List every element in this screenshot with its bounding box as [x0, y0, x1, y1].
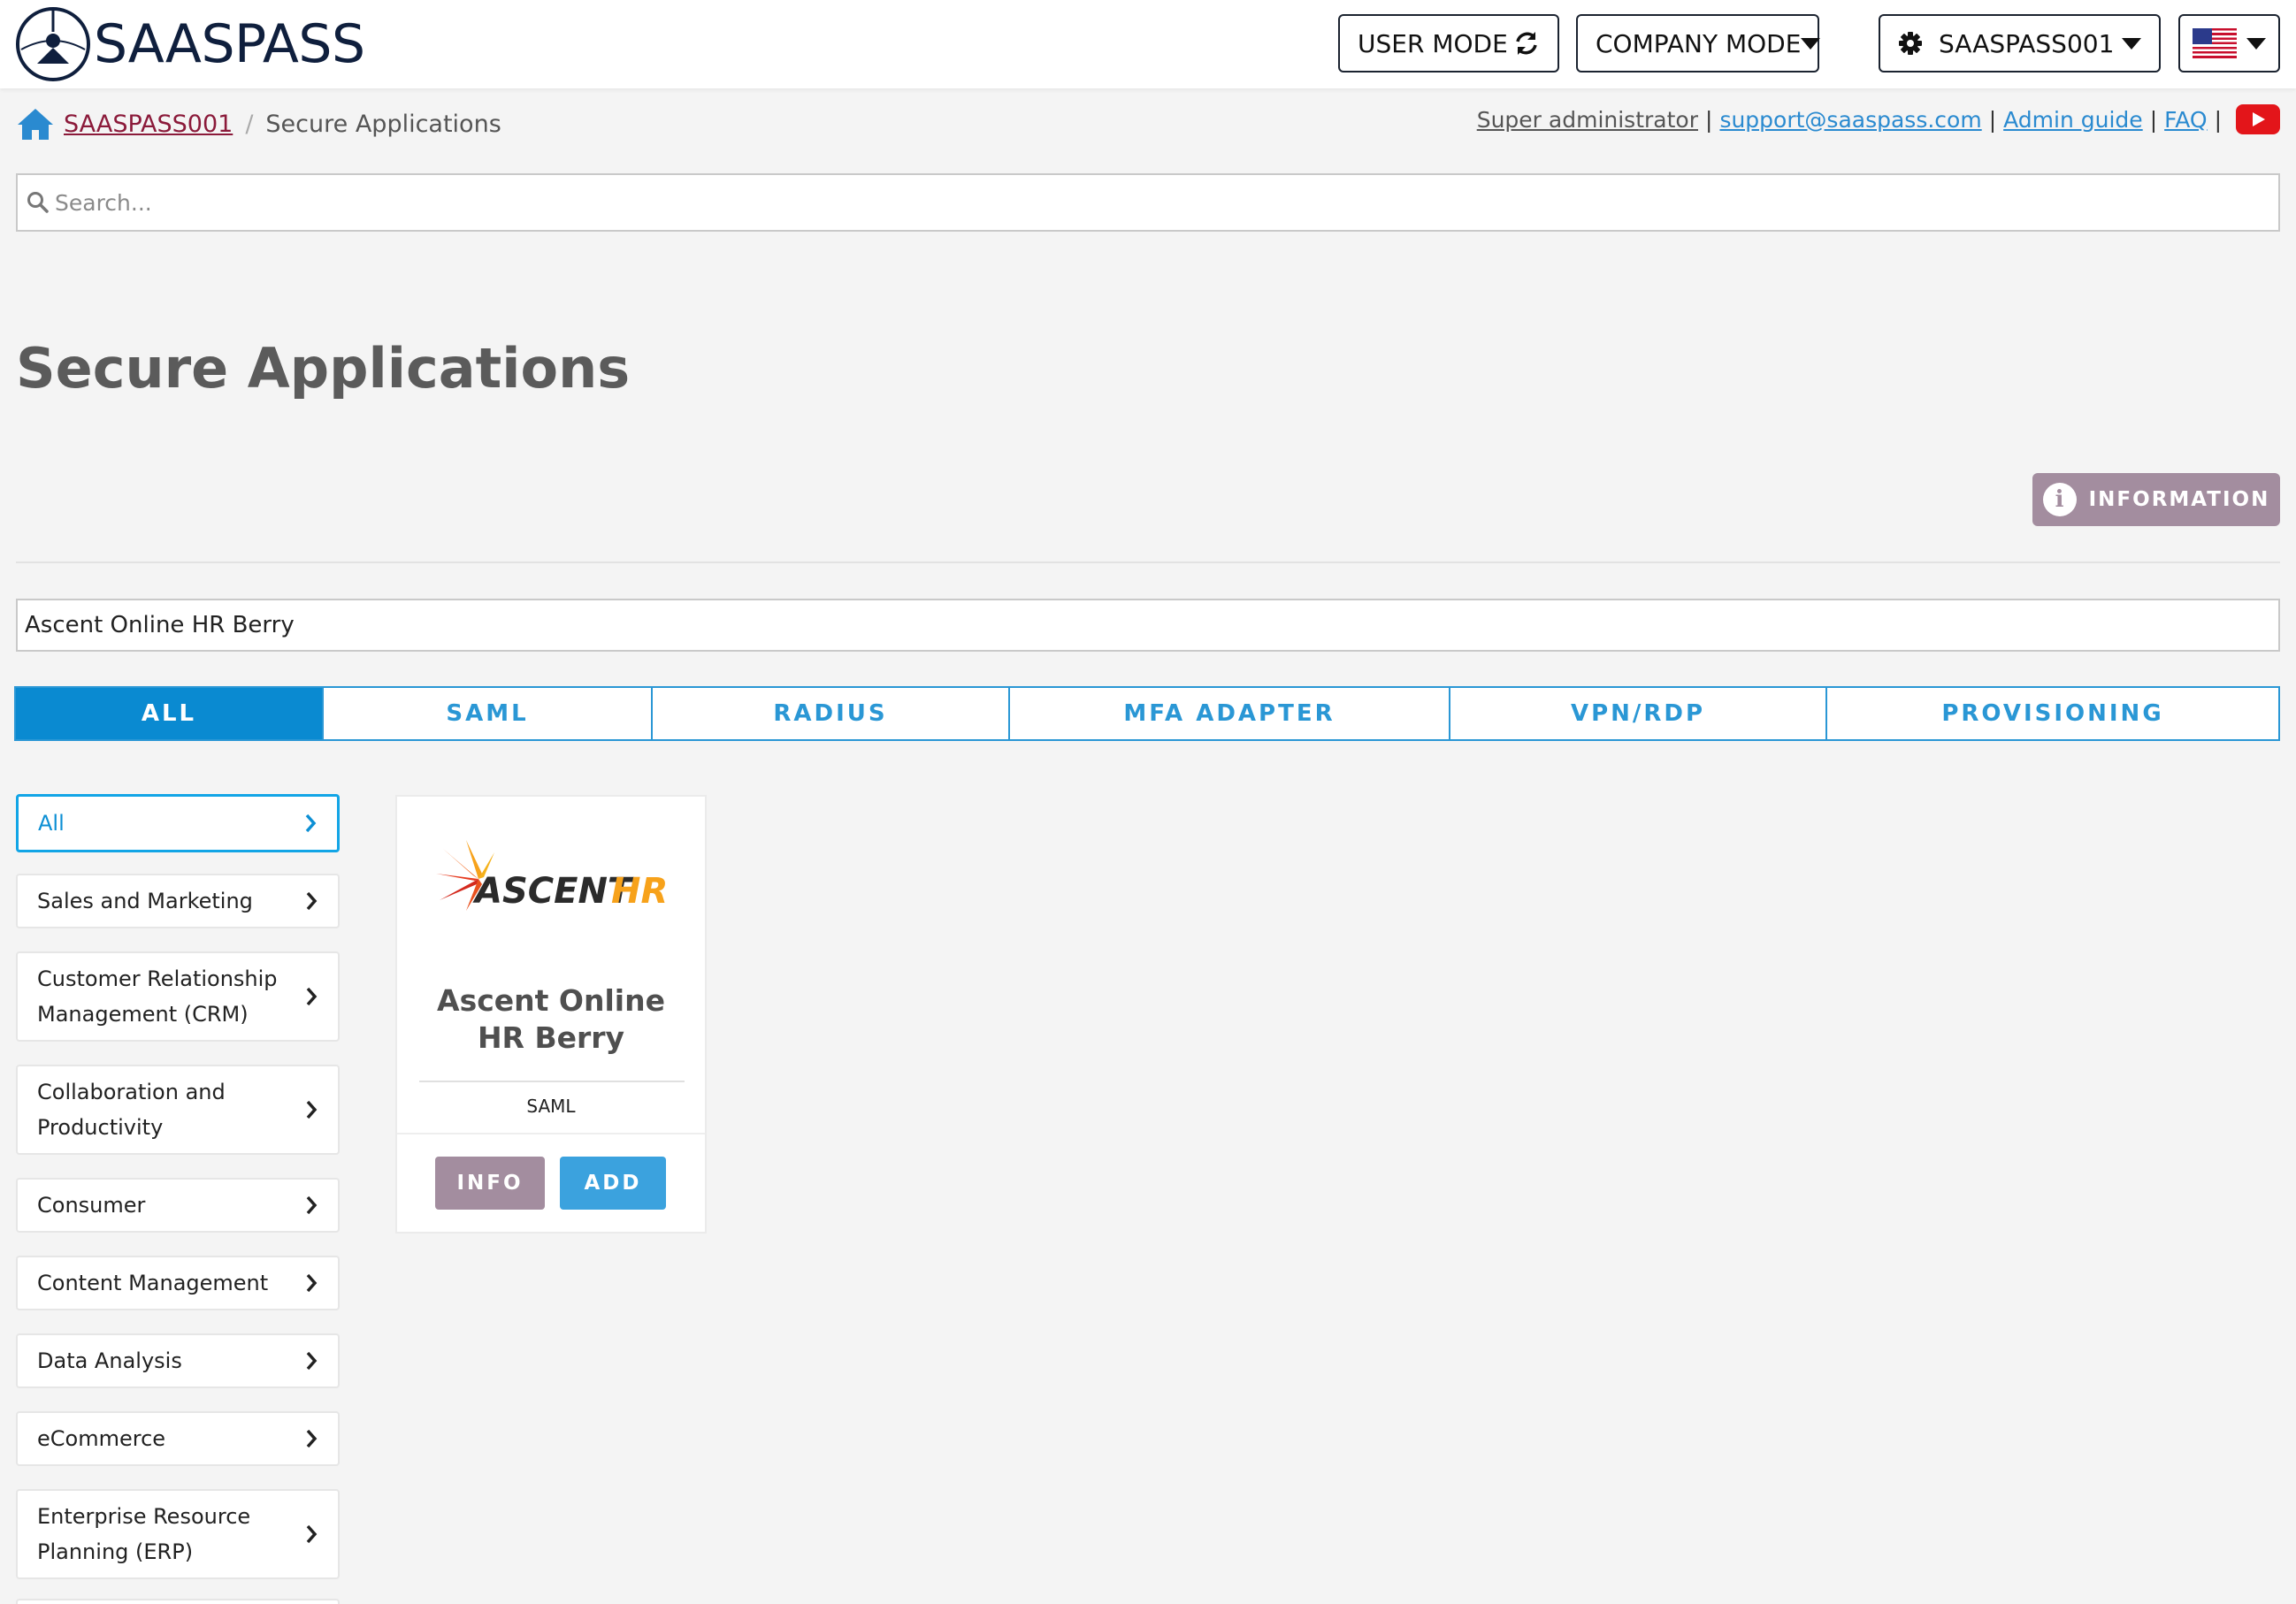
us-flag-icon	[2193, 28, 2237, 58]
search-icon	[27, 192, 49, 213]
category-label: Customer Relationship Management (CRM)	[37, 966, 278, 1027]
chevron-down-icon	[2246, 37, 2266, 50]
category-label: Consumer	[37, 1193, 146, 1218]
app-info-button[interactable]: INFO	[435, 1157, 545, 1210]
faq-link[interactable]: FAQ	[2164, 107, 2207, 133]
breadcrumb-current: Secure Applications	[265, 110, 501, 138]
link-separator: |	[2214, 106, 2222, 133]
breadcrumb: SAASPASS001 / Secure Applications	[16, 106, 501, 141]
account-label: SAASPASS001	[1939, 28, 2115, 58]
chevron-right-icon	[306, 1351, 318, 1371]
saaspass-logo[interactable]: SAASPASS	[14, 5, 365, 83]
saaspass-logo-icon	[16, 7, 90, 81]
card-footer-divider	[397, 1133, 705, 1134]
category-item-sales-and-marketing[interactable]: Sales and Marketing	[16, 874, 340, 928]
tab-saml[interactable]: SAML	[324, 688, 653, 739]
chevron-right-icon	[306, 1100, 318, 1119]
logo-text-ascent: ASCENT	[472, 871, 634, 912]
app-add-button[interactable]: ADD	[560, 1157, 666, 1210]
chevron-right-icon	[306, 891, 318, 911]
divider	[16, 561, 2280, 563]
category-label: eCommerce	[37, 1426, 166, 1451]
tab-radius[interactable]: RADIUS	[653, 688, 1010, 739]
language-dropdown[interactable]	[2178, 14, 2280, 73]
information-label: INFORMATION	[2088, 488, 2270, 511]
category-item-ecommerce[interactable]: eCommerce	[16, 1411, 340, 1466]
protocol-tabs: ALL SAML RADIUS MFA ADAPTER VPN/RDP PROV…	[14, 686, 2280, 741]
refresh-icon	[1516, 32, 1537, 55]
card-divider	[419, 1081, 685, 1082]
tab-mfa-adapter[interactable]: MFA ADAPTER	[1010, 688, 1450, 739]
chevron-down-icon	[1801, 37, 1821, 50]
youtube-icon[interactable]	[2236, 104, 2280, 134]
user-mode-label: USER MODE	[1358, 28, 1508, 58]
app-type: SAML	[526, 1096, 576, 1117]
category-label: Content Management	[37, 1271, 269, 1295]
gear-icon	[1899, 32, 1922, 55]
logo-text-hr: HR	[611, 871, 668, 912]
chevron-right-icon	[306, 1195, 318, 1215]
category-label: Data Analysis	[37, 1348, 182, 1373]
chevron-right-icon	[305, 813, 317, 833]
tab-vpn-rdp[interactable]: VPN/RDP	[1450, 688, 1827, 739]
tab-all[interactable]: ALL	[16, 688, 324, 739]
breadcrumb-home-link[interactable]: SAASPASS001	[64, 111, 233, 138]
global-search	[16, 173, 2280, 232]
logo-text: SAASPASS	[94, 13, 365, 75]
company-mode-dropdown[interactable]: COMPANY MODE	[1576, 14, 1821, 73]
category-item-content-management[interactable]: Content Management	[16, 1256, 340, 1310]
category-label: Enterprise Resource Planning (ERP)	[37, 1504, 251, 1564]
home-icon[interactable]	[16, 106, 55, 141]
tab-provisioning[interactable]: PROVISIONING	[1827, 688, 2278, 739]
information-button[interactable]: i INFORMATION	[2032, 473, 2280, 526]
link-separator: |	[1705, 106, 1713, 133]
category-item-erp[interactable]: Enterprise Resource Planning (ERP)	[16, 1489, 340, 1579]
chevron-down-icon	[2122, 37, 2141, 50]
category-label: All	[38, 811, 65, 836]
app-name: Ascent Online HR Berry	[437, 983, 665, 1055]
chevron-right-icon	[306, 1524, 318, 1544]
account-dropdown[interactable]: SAASPASS001	[1879, 14, 2161, 73]
breadcrumb-separator: /	[245, 110, 254, 138]
chevron-right-icon	[306, 1273, 318, 1293]
category-label: Collaboration and Productivity	[37, 1080, 226, 1140]
ascent-hr-logo: ASCENT HR	[436, 840, 668, 912]
top-bar: SAASPASS USER MODE COMPANY MODE SAASPASS…	[0, 0, 2296, 88]
company-mode-label: COMPANY MODE	[1596, 28, 1802, 58]
category-item-all[interactable]: All	[16, 794, 340, 852]
top-links: Super administrator | support@saaspass.c…	[1477, 104, 2280, 134]
chevron-right-icon	[306, 987, 318, 1006]
application-filter-input[interactable]	[18, 600, 2278, 650]
category-label: Sales and Marketing	[37, 889, 253, 913]
chevron-right-icon	[306, 1429, 318, 1448]
search-input[interactable]	[55, 189, 2177, 216]
page-title: Secure Applications	[16, 336, 631, 401]
link-separator: |	[2149, 106, 2158, 133]
role-label: Super administrator	[1476, 106, 1698, 133]
support-email-link[interactable]: support@saaspass.com	[1719, 107, 1981, 133]
app-card: ASCENT HR Ascent Online HR Berry SAML IN…	[395, 795, 707, 1234]
user-mode-button[interactable]: USER MODE	[1338, 14, 1559, 73]
category-item-collaboration[interactable]: Collaboration and Productivity	[16, 1065, 340, 1155]
category-item-crm[interactable]: Customer Relationship Management (CRM)	[16, 951, 340, 1042]
category-item-next[interactable]	[16, 1599, 340, 1604]
application-filter	[16, 599, 2280, 652]
category-item-data-analysis[interactable]: Data Analysis	[16, 1333, 340, 1388]
info-icon: i	[2042, 483, 2077, 516]
category-item-consumer[interactable]: Consumer	[16, 1178, 340, 1233]
link-separator: |	[1988, 106, 1997, 133]
admin-guide-link[interactable]: Admin guide	[2003, 107, 2143, 133]
